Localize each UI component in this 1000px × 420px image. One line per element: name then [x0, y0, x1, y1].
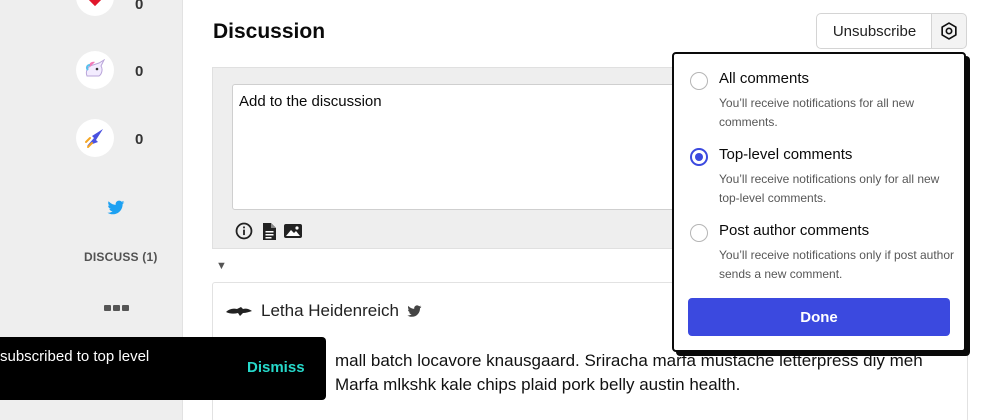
reading-list-icon — [85, 129, 103, 148]
comment-text-line: mall batch locavore knausgaard. Sriracha… — [335, 351, 923, 370]
twitter-icon — [107, 200, 125, 215]
heart-count: 0 — [135, 0, 144, 13]
share-twitter-button[interactable] — [107, 200, 125, 221]
unicorn-count: 0 — [135, 63, 144, 80]
comment-text-line: Marfa mlkshk kale chips plaid pork belly… — [335, 375, 741, 394]
radio-top-level-comments[interactable] — [690, 148, 708, 166]
radio-all-comments[interactable] — [690, 72, 708, 90]
document-icon[interactable] — [259, 221, 279, 241]
discussion-title: Discussion — [213, 20, 326, 43]
comment-author-row: Letha Heidenreich — [225, 301, 422, 321]
more-icon[interactable] — [104, 305, 129, 311]
discuss-link[interactable]: DISCUSS (1) — [84, 250, 158, 264]
option-title[interactable]: Post author comments — [719, 222, 869, 239]
option-description: You’ll receive notifications for all new… — [719, 96, 914, 129]
image-icon[interactable] — [283, 221, 303, 241]
dismiss-button[interactable]: Dismiss — [247, 359, 305, 376]
collapse-icon[interactable]: ▼ — [216, 260, 227, 272]
option-title[interactable]: Top-level comments — [719, 146, 852, 163]
comment-author-name[interactable]: Letha Heidenreich — [261, 301, 399, 321]
twitter-icon[interactable] — [407, 304, 422, 318]
toast-message: subscribed to top level — [0, 348, 150, 365]
info-icon[interactable] — [234, 221, 254, 241]
reading-list-button[interactable] — [76, 119, 114, 157]
unicorn-reaction-button[interactable] — [76, 51, 114, 89]
snackbar-toast: subscribed to top level Dismiss — [0, 337, 326, 400]
comment-body: mall batch locavore knausgaard. Sriracha… — [225, 349, 955, 397]
done-button[interactable]: Done — [688, 298, 950, 336]
author-avatar-icon[interactable] — [225, 304, 253, 318]
option-description: You’ll receive notifications only for al… — [719, 172, 940, 205]
option-title[interactable]: All comments — [719, 70, 809, 87]
notification-settings-dropdown: All comments You’ll receive notification… — [672, 52, 966, 352]
radio-post-author-comments[interactable] — [690, 224, 708, 242]
notification-settings-button[interactable] — [931, 13, 967, 49]
unsubscribe-button[interactable]: Unsubscribe — [816, 13, 933, 49]
heart-icon — [88, 0, 102, 7]
option-description: You’ll receive notifications only if pos… — [719, 248, 955, 281]
settings-icon — [941, 22, 957, 40]
reading-list-count: 0 — [135, 131, 144, 148]
heart-reaction-button[interactable] — [76, 0, 114, 16]
unicorn-icon — [85, 59, 106, 77]
